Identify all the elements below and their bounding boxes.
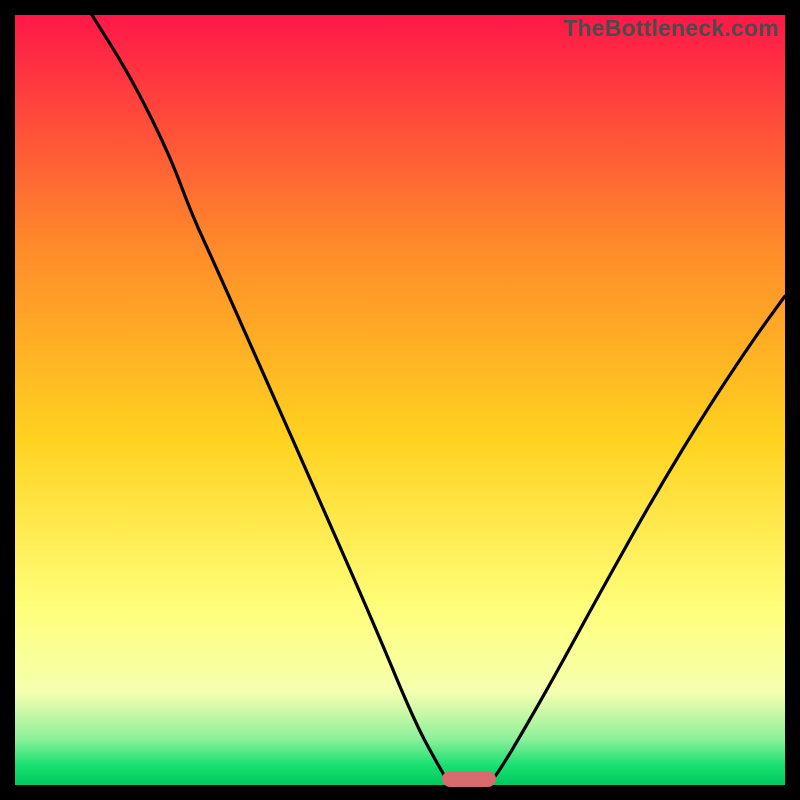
- plot-area: TheBottleneck.com: [15, 15, 785, 785]
- background-gradient: [15, 15, 785, 785]
- optimal-marker: [442, 771, 496, 787]
- chart-frame: TheBottleneck.com: [0, 0, 800, 800]
- watermark-text: TheBottleneck.com: [563, 15, 779, 42]
